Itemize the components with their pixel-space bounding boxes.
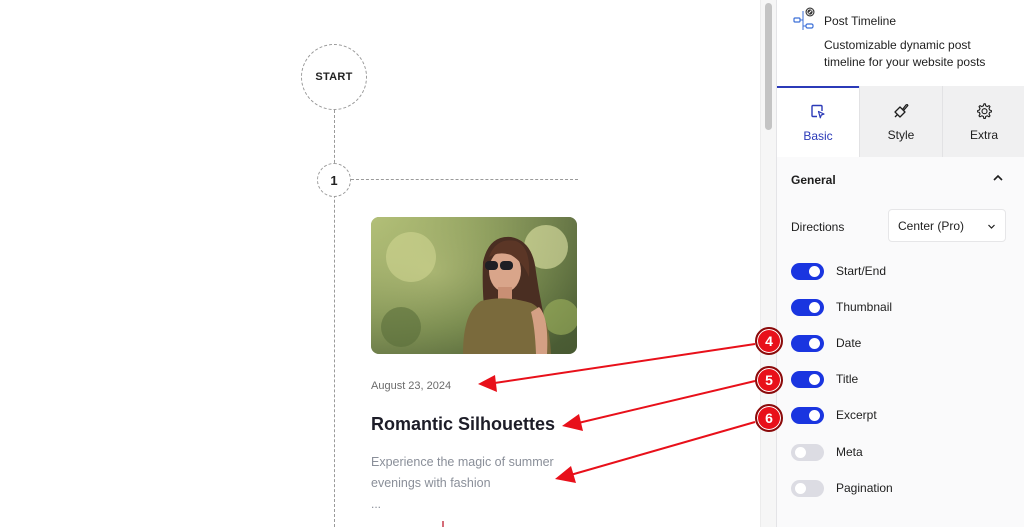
timeline-item-number: 1 xyxy=(317,163,351,197)
tab-basic-label: Basic xyxy=(803,128,833,143)
annotation-number: 4 xyxy=(765,333,773,349)
chevron-down-icon xyxy=(988,224,995,229)
meta-label: Meta xyxy=(836,445,863,459)
annotation-number: 6 xyxy=(765,410,773,426)
date-label: Date xyxy=(836,336,862,350)
title-label: Title xyxy=(836,372,859,386)
post-date: August 23, 2024 xyxy=(371,380,452,392)
directions-label: Directions xyxy=(791,220,845,234)
excerpt-label: Excerpt xyxy=(836,408,877,422)
tab-extra[interactable]: Extra xyxy=(942,86,1024,157)
block-card: Post Timeline Customizable dynamic post … xyxy=(777,0,1024,86)
tab-style-label: Style xyxy=(887,127,915,142)
brush-icon xyxy=(894,103,909,118)
toggle-knob xyxy=(809,265,820,277)
annotation-badge-6: 6 xyxy=(755,404,783,432)
toggle-knob xyxy=(795,482,806,494)
post-read-more: ... xyxy=(371,497,382,511)
start-end-label: Start/End xyxy=(836,264,887,278)
block-settings-panel: Post Timeline Customizable dynamic post … xyxy=(776,0,1024,527)
start-end-toggle[interactable] xyxy=(791,262,824,280)
general-section: General Directions Center (Pro) Start/En… xyxy=(777,157,1024,527)
toggle-knob xyxy=(795,446,806,458)
chevron-up-icon[interactable] xyxy=(991,171,1005,185)
canvas-scrollbar-thumb[interactable] xyxy=(765,3,772,130)
tab-style[interactable]: Style xyxy=(859,86,942,157)
title-toggle[interactable] xyxy=(791,370,824,388)
toggle-row-meta: Meta xyxy=(791,442,863,462)
post-title[interactable]: Romantic Silhouettes xyxy=(371,414,555,435)
settings-tabs: Basic Style Extra xyxy=(777,86,1024,157)
gear-icon xyxy=(977,102,992,119)
post-thumbnail[interactable] xyxy=(371,217,577,354)
annotation-number: 5 xyxy=(765,372,773,388)
toggle-knob xyxy=(809,409,820,421)
timeline-start-label: START xyxy=(315,71,353,83)
toggle-knob xyxy=(809,301,820,313)
block-description: Customizable dynamic post timeline for y… xyxy=(824,38,986,69)
tab-basic[interactable]: Basic xyxy=(777,86,859,157)
timeline-connector xyxy=(351,179,578,180)
timeline-icon xyxy=(793,7,815,30)
excerpt-toggle[interactable] xyxy=(791,406,824,424)
block-title: Post Timeline xyxy=(824,14,897,28)
thumbnail-label: Thumbnail xyxy=(836,300,893,314)
post-thumbnail-image xyxy=(371,217,577,354)
toggle-row-thumbnail: Thumbnail xyxy=(791,297,892,317)
pointer-select-icon xyxy=(811,104,825,118)
timeline-item-number-label: 1 xyxy=(330,172,338,188)
post-excerpt: Experience the magic of summer evenings … xyxy=(371,455,554,490)
general-section-title[interactable]: General xyxy=(791,173,836,187)
toggle-row-start-end: Start/End xyxy=(791,261,886,281)
directions-select-value: Center (Pro) xyxy=(898,218,965,233)
toggle-row-title: Title xyxy=(791,369,858,389)
toggle-row-excerpt: Excerpt xyxy=(791,405,877,425)
toggle-knob xyxy=(809,337,820,349)
annotation-badge-5: 5 xyxy=(755,366,783,394)
pagination-label: Pagination xyxy=(836,481,893,495)
timeline-start-node: START xyxy=(301,44,367,110)
directions-select[interactable]: Center (Pro) xyxy=(888,209,1006,242)
toggle-knob xyxy=(809,373,820,385)
meta-toggle[interactable] xyxy=(791,443,824,461)
toggle-row-pagination: Pagination xyxy=(791,478,893,498)
annotation-badge-4: 4 xyxy=(755,327,783,355)
editor-canvas: START 1 August 23, 2024 Romantic Silhoue… xyxy=(0,0,760,527)
thumbnail-toggle[interactable] xyxy=(791,298,824,316)
toggle-row-date: Date xyxy=(791,333,861,353)
date-toggle[interactable] xyxy=(791,334,824,352)
tab-extra-label: Extra xyxy=(969,127,998,142)
pagination-toggle[interactable] xyxy=(791,479,824,497)
